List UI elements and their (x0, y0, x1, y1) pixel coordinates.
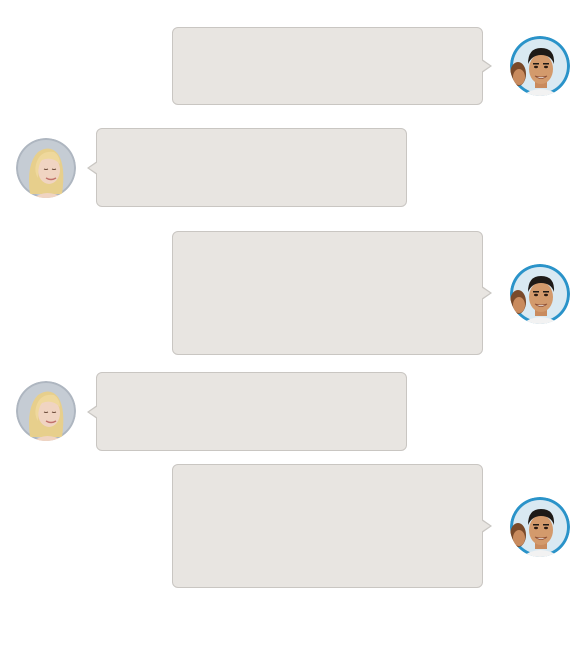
message-bubble-outgoing[interactable] (172, 464, 492, 588)
female-user-avatar-icon (16, 138, 76, 198)
message-bubble-outgoing[interactable] (172, 231, 492, 355)
male-user-avatar-icon (510, 264, 570, 324)
female-user-avatar-icon (16, 381, 76, 441)
message-text (173, 465, 482, 485)
message-bubble-outgoing[interactable] (172, 27, 492, 105)
chat-thread (0, 0, 588, 653)
male-user-avatar-icon (510, 497, 570, 557)
male-user-avatar[interactable] (510, 497, 570, 557)
message-text (173, 232, 482, 252)
male-user-avatar[interactable] (510, 36, 570, 96)
female-user-avatar[interactable] (16, 381, 76, 441)
message-text (97, 129, 406, 149)
female-user-avatar[interactable] (16, 138, 76, 198)
message-text (97, 373, 406, 393)
message-text (173, 28, 482, 48)
message-bubble-incoming[interactable] (87, 128, 407, 207)
message-bubble-incoming[interactable] (87, 372, 407, 451)
male-user-avatar-icon (510, 36, 570, 96)
male-user-avatar[interactable] (510, 264, 570, 324)
